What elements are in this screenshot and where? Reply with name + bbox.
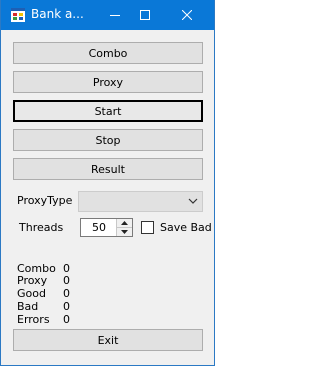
stat-value-bad: 0 (63, 300, 70, 313)
result-button[interactable]: Result (13, 158, 203, 180)
close-icon (182, 10, 192, 20)
threads-value: 50 (92, 221, 106, 234)
window-title: Bank a... (31, 7, 84, 21)
app-window: Bank a... Combo Proxy Start Stop Result … (0, 0, 215, 366)
minimize-button[interactable] (100, 0, 130, 30)
stat-value-errors: 0 (63, 313, 70, 326)
proxy-button[interactable]: Proxy (13, 71, 203, 93)
close-button[interactable] (172, 0, 202, 30)
combo-button[interactable]: Combo (13, 42, 203, 64)
stat-label-proxy: Proxy (17, 274, 48, 287)
stat-value-good: 0 (63, 287, 70, 300)
spin-down-button[interactable] (117, 228, 132, 236)
start-button[interactable]: Start (13, 100, 203, 122)
minimize-icon (110, 15, 120, 16)
proxy-type-select[interactable] (78, 191, 203, 212)
threads-label: Threads (19, 221, 64, 234)
maximize-icon (140, 10, 150, 20)
stat-label-bad: Bad (17, 300, 39, 313)
exit-button[interactable]: Exit (13, 329, 203, 351)
proxy-type-label: ProxyType (17, 194, 73, 207)
caret-up-icon (121, 221, 128, 225)
threads-spin (116, 219, 132, 236)
chevron-down-icon (188, 198, 198, 204)
stat-label-good: Good (17, 287, 46, 300)
save-bad-checkbox[interactable] (141, 221, 154, 234)
spin-up-button[interactable] (117, 219, 132, 228)
caret-down-icon (121, 230, 128, 234)
app-icon (11, 8, 25, 22)
save-bad-label[interactable]: Save Bad (160, 221, 212, 234)
stat-label-errors: Errors (17, 313, 50, 326)
stop-button[interactable]: Stop (13, 129, 203, 151)
stat-value-proxy: 0 (63, 274, 70, 287)
maximize-button[interactable] (130, 0, 160, 30)
title-bar[interactable]: Bank a... (1, 0, 214, 30)
threads-stepper[interactable]: 50 (80, 218, 133, 237)
